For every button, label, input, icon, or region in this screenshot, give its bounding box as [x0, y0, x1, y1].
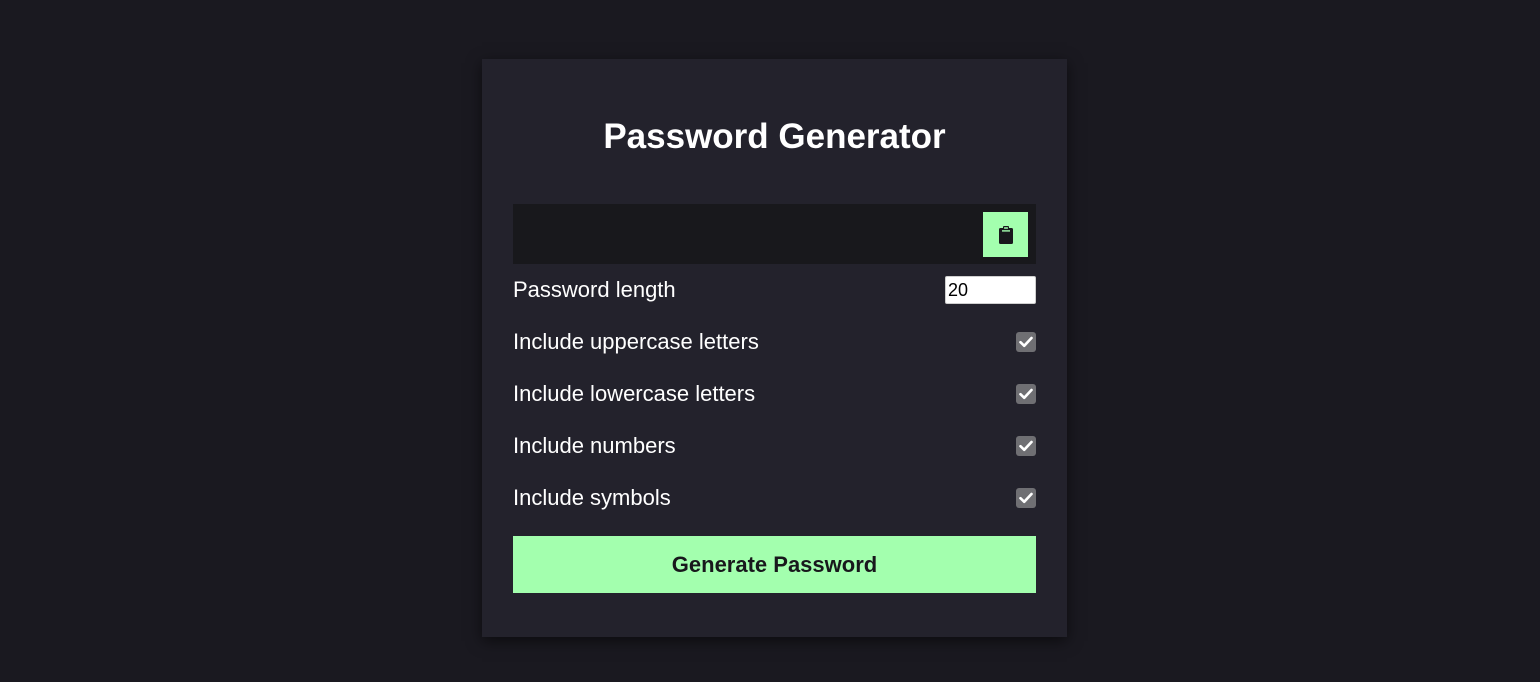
copy-to-clipboard-button[interactable] — [983, 212, 1028, 257]
password-length-row: Password length — [513, 264, 1036, 316]
password-generator-card: Password Generator Password length Inclu… — [482, 59, 1067, 637]
option-label-uppercase: Include uppercase letters — [513, 329, 759, 354]
generate-password-button[interactable]: Generate Password — [513, 536, 1036, 593]
numbers-checkbox[interactable] — [1016, 436, 1036, 456]
page-title: Password Generator — [603, 117, 946, 156]
symbols-checkbox[interactable] — [1016, 488, 1036, 508]
option-label-symbols: Include symbols — [513, 485, 671, 510]
checkmark-icon — [1019, 388, 1033, 400]
password-result-box — [513, 204, 1036, 264]
password-length-input[interactable] — [945, 276, 1036, 304]
password-length-label: Password length — [513, 277, 676, 302]
option-label-lowercase: Include lowercase letters — [513, 381, 756, 406]
option-row-lowercase: Include lowercase letters — [513, 368, 1036, 420]
checkmark-icon — [1019, 492, 1033, 504]
checkmark-icon — [1019, 336, 1033, 348]
option-row-numbers: Include numbers — [513, 420, 1036, 472]
checkmark-icon — [1019, 440, 1033, 452]
option-row-uppercase: Include uppercase letters — [513, 316, 1036, 368]
lowercase-checkbox[interactable] — [1016, 384, 1036, 404]
uppercase-checkbox[interactable] — [1016, 332, 1036, 352]
option-label-numbers: Include numbers — [513, 433, 676, 458]
clipboard-icon — [998, 225, 1013, 244]
option-row-symbols: Include symbols — [513, 472, 1036, 524]
